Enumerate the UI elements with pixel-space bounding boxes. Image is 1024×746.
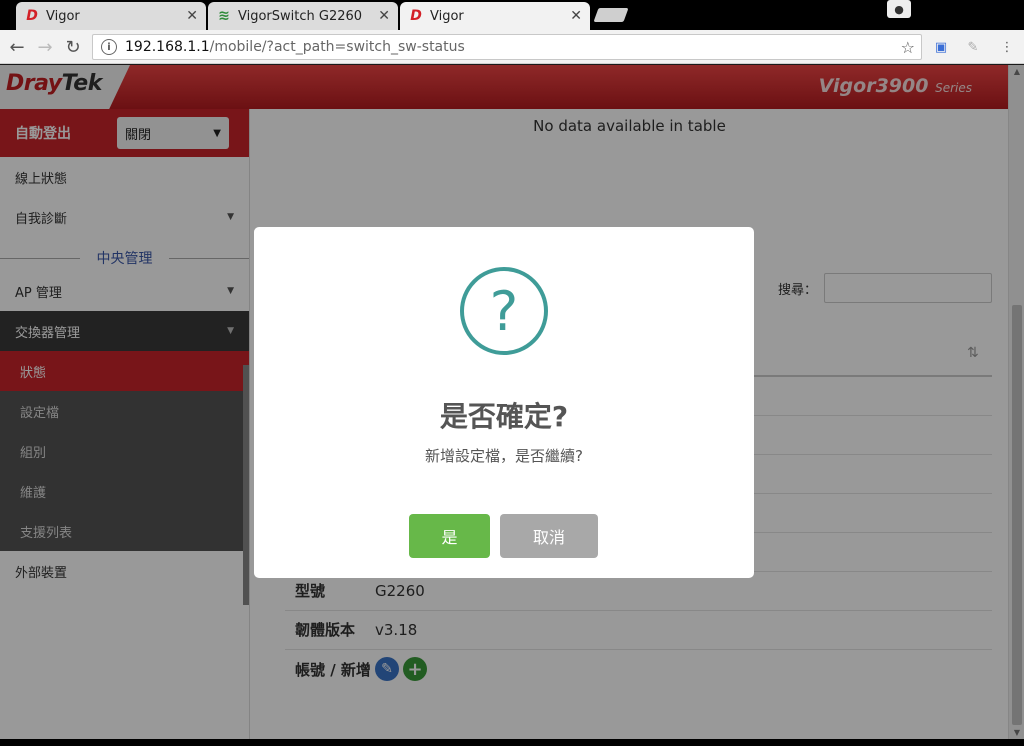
extension-icon[interactable]: ▣ (932, 38, 950, 56)
new-tab-button[interactable] (593, 8, 629, 22)
profile-icon[interactable]: ● (887, 0, 911, 18)
close-icon[interactable]: ✕ (186, 8, 198, 24)
close-icon[interactable]: ✕ (570, 8, 582, 24)
url-path: /mobile/?act_path=switch_sw-status (209, 39, 465, 55)
draytek-icon: D (410, 8, 422, 24)
url-host: 192.168.1.1 (125, 39, 210, 55)
rss-icon: ≋ (218, 8, 230, 24)
tab-title: VigorSwitch G2260 (238, 8, 363, 24)
menu-dots-icon[interactable]: ⋮ (998, 38, 1016, 56)
close-icon[interactable]: ✕ (378, 8, 390, 24)
bookmark-star-icon[interactable]: ☆ (901, 38, 915, 57)
pdf-extension-icon[interactable]: ✎ (964, 38, 982, 56)
forward-arrow-icon[interactable]: → (34, 36, 56, 58)
draytek-icon: D (26, 8, 38, 24)
back-arrow-icon[interactable]: ← (6, 36, 28, 58)
dialog-title: 是否確定? (439, 400, 569, 433)
info-icon[interactable]: i (101, 39, 117, 55)
browser-tab-1[interactable]: D Vigor ✕ (16, 2, 206, 30)
dialog-message: 新增設定檔，是否繼續? (425, 447, 583, 465)
browser-tab-3[interactable]: D Vigor ✕ (400, 2, 590, 30)
reload-icon[interactable]: ↻ (62, 36, 84, 58)
tab-title: Vigor (430, 8, 464, 24)
web-page: DrayTek Vigor3900 Series 自動登出 關閉 ▼ 線上狀態 … (0, 65, 1024, 739)
browser-toolbar: ← → ↻ i 192.168.1.1 /mobile/?act_path=sw… (0, 30, 1024, 64)
address-bar[interactable]: i 192.168.1.1 /mobile/?act_path=switch_s… (92, 34, 922, 60)
window-bottom-edge (0, 739, 1024, 746)
cancel-button[interactable]: 取消 (500, 514, 598, 558)
browser-tab-2[interactable]: ≋ VigorSwitch G2260 ✕ (208, 2, 398, 30)
confirm-dialog: ? 是否確定? 新增設定檔，是否繼續? 是 取消 (254, 227, 754, 578)
question-icon: ? (460, 267, 548, 355)
tab-title: Vigor (46, 8, 80, 24)
confirm-button[interactable]: 是 (409, 514, 490, 558)
browser-tab-strip: D Vigor ✕ ≋ VigorSwitch G2260 ✕ D Vigor … (0, 0, 1024, 30)
